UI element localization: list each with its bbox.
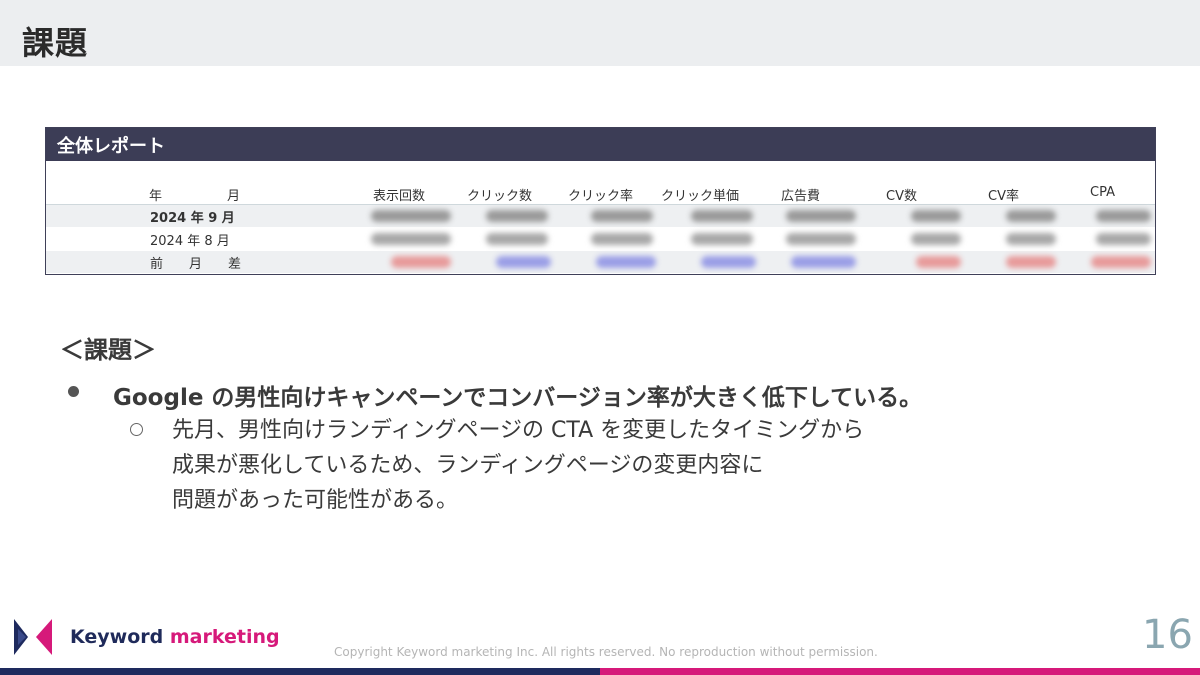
brand-name: Keyword marketing: [70, 626, 280, 648]
column-header-month: 年 月: [149, 189, 241, 204]
blurred-value: [371, 210, 451, 222]
table-row: 2024 年 9 月: [46, 205, 1155, 227]
blurred-value: [486, 210, 548, 222]
blurred-value: [691, 233, 753, 245]
brand-name-keyword: Keyword: [70, 626, 164, 648]
blurred-value: [911, 210, 961, 222]
main-issue-text: Google の男性向けキャンペーンでコンバージョン率が大きく低下している。: [113, 385, 923, 411]
row-label-difference: 前 月 差: [150, 257, 242, 272]
blurred-value: [591, 233, 653, 245]
column-header-ctr: クリック率: [568, 189, 634, 204]
blurred-value: [1096, 210, 1151, 222]
copyright-notice: Copyright Keyword marketing Inc. All rig…: [334, 645, 878, 659]
sub-issue-line: 問題があった可能性がある。: [172, 488, 459, 513]
keyword-marketing-logo-icon: [14, 619, 52, 655]
blurred-value: [1091, 256, 1151, 268]
column-header-cvr: CV率: [988, 189, 1019, 204]
blurred-value: [591, 210, 653, 222]
table-row: 前 月 差: [46, 251, 1155, 273]
brand-name-marketing: marketing: [169, 626, 280, 648]
blurred-value: [791, 256, 856, 268]
row-label-current: 2024 年 9 月: [150, 211, 235, 226]
issues-heading: ＜課題＞: [60, 336, 156, 364]
slide-title: 課題: [22, 24, 89, 62]
blurred-value: [786, 233, 856, 245]
bullet-dot-icon: [68, 386, 79, 397]
footer-bar-navy: [0, 668, 600, 675]
blurred-value: [1006, 256, 1056, 268]
column-header-cpc: クリック単価: [661, 189, 740, 204]
blurred-value: [911, 233, 961, 245]
column-header-cv: CV数: [886, 189, 917, 204]
row-label-previous: 2024 年 8 月: [150, 234, 230, 249]
blurred-value: [596, 256, 656, 268]
column-header-cost: 広告費: [781, 189, 821, 204]
report-table: 全体レポート 年 月 表示回数 クリック数 クリック率 クリック単価 広告費 C…: [45, 127, 1156, 275]
footer-bar-pink: [600, 668, 1200, 675]
sub-issue-line: 先月、男性向けランディングページの CTA を変更したタイミングから: [172, 418, 865, 443]
sub-issue-line: 成果が悪化しているため、ランディングページの変更内容に: [172, 453, 764, 478]
blurred-value: [1096, 233, 1151, 245]
report-title: 全体レポート: [46, 128, 1155, 161]
blurred-value: [486, 233, 548, 245]
table-row: 2024 年 8 月: [46, 228, 1155, 250]
blurred-value: [1006, 210, 1056, 222]
blurred-value: [371, 233, 451, 245]
blurred-value: [1006, 233, 1056, 245]
blurred-value: [786, 210, 856, 222]
blurred-value: [916, 256, 961, 268]
blurred-value: [691, 210, 753, 222]
sub-bullet-circle-icon: [130, 423, 143, 436]
column-header-impressions: 表示回数: [373, 189, 426, 204]
blurred-value: [496, 256, 551, 268]
sub-issue-text: 先月、男性向けランディングページの CTA を変更したタイミングから 成果が悪化…: [172, 413, 1102, 518]
table-header-row: 年 月 表示回数 クリック数 クリック率 クリック単価 広告費 CV数 CV率 …: [46, 183, 1155, 205]
column-header-clicks: クリック数: [467, 189, 533, 204]
blurred-value: [391, 256, 451, 268]
page-number: 16: [1142, 612, 1193, 658]
column-header-cpa: CPA: [1090, 185, 1115, 200]
header-band: [0, 0, 1200, 66]
blurred-value: [701, 256, 756, 268]
